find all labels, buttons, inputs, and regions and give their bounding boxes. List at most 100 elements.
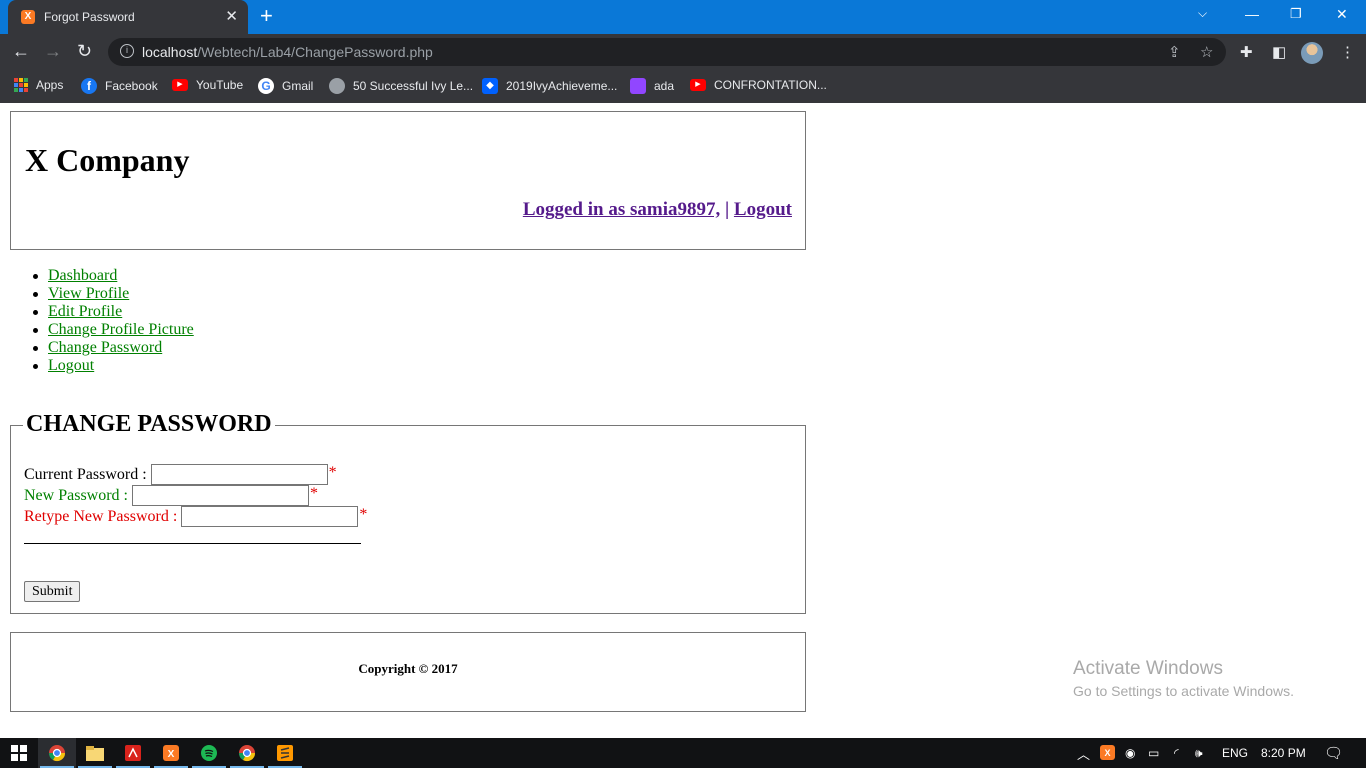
header-logout-link[interactable]: Logout — [734, 199, 792, 220]
view-profile-link[interactable]: View Profile — [48, 285, 129, 302]
bookmark-star-icon[interactable]: ☆ — [1200, 43, 1213, 61]
taskbar-acrobat[interactable] — [114, 738, 152, 768]
page-content: X Company Logged in as samia9897, | Logo… — [0, 103, 1366, 738]
new-password-row: New Password : * — [24, 485, 318, 506]
folder-icon — [86, 746, 104, 761]
watermark-title: Activate Windows — [1073, 658, 1223, 679]
menu-item-logout: Logout — [33, 357, 194, 375]
taskbar-chrome-2[interactable] — [228, 738, 266, 768]
bookmark-ada[interactable]: ada — [630, 78, 674, 94]
site-info-icon[interactable]: i — [120, 44, 134, 58]
edit-profile-link[interactable]: Edit Profile — [48, 303, 122, 320]
spotify-icon — [201, 745, 217, 761]
tray-discord-icon[interactable]: ◉ — [1125, 746, 1135, 760]
company-title: X Company — [25, 142, 190, 178]
dashboard-link[interactable]: Dashboard — [48, 267, 117, 284]
tray-battery-icon[interactable]: ▭ — [1148, 746, 1159, 760]
bookmark-apps[interactable]: Apps — [14, 78, 63, 92]
tab-title: Forgot Password — [44, 10, 135, 24]
facebook-icon: f — [81, 78, 97, 94]
menu-item-view-profile: View Profile — [33, 285, 194, 303]
extensions-puzzle-icon[interactable]: ✚ — [1240, 43, 1253, 61]
bookmark-youtube[interactable]: ▶ YouTube — [172, 78, 243, 92]
windows-logo-icon — [11, 745, 27, 761]
copyright-text: Copyright © 2017 — [358, 661, 458, 676]
menu-logout-link[interactable]: Logout — [48, 357, 94, 374]
menu-item-change-picture: Change Profile Picture — [33, 321, 194, 339]
xampp-favicon-icon: X — [21, 10, 35, 24]
taskbar-chrome-active[interactable] — [38, 738, 76, 768]
chrome-icon — [238, 745, 256, 762]
tray-chevron-icon[interactable]: ︿ — [1077, 744, 1090, 763]
windows-taskbar: X ︿ X ◉ ▭ ◜ 🕪 ENG 8:20 PM 🗨 — [0, 738, 1366, 768]
reload-icon[interactable]: ↻ — [77, 41, 92, 61]
current-password-row: Current Password : * — [24, 464, 337, 485]
back-icon[interactable]: ← — [12, 41, 30, 61]
close-window-icon[interactable]: ✕ — [1336, 6, 1348, 23]
new-password-input[interactable] — [132, 485, 309, 506]
header-panel: X Company Logged in as samia9897, | Logo… — [10, 111, 806, 250]
tray-wifi-icon[interactable]: ◜ — [1174, 746, 1179, 760]
taskbar-sublime[interactable] — [266, 738, 304, 768]
logged-in-link[interactable]: Logged in as samia9897, — [523, 199, 720, 220]
restore-icon[interactable]: ❐ — [1290, 6, 1302, 22]
user-bar: Logged in as samia9897, | Logout — [523, 199, 792, 221]
retype-password-input[interactable] — [181, 506, 359, 527]
url-text[interactable]: localhost/Webtech/Lab4/ChangePassword.ph… — [142, 44, 433, 60]
change-password-fieldset: CHANGE PASSWORD Current Password : * New… — [10, 411, 806, 614]
current-password-input[interactable] — [150, 464, 328, 485]
bookmark-gmail[interactable]: G Gmail — [258, 78, 313, 94]
bookmark-ivy-achievement[interactable]: ◆ 2019IvyAchieveme... — [482, 78, 617, 94]
menu-item-change-password: Change Password — [33, 339, 194, 357]
profile-avatar[interactable] — [1301, 42, 1323, 64]
activate-windows-watermark: Activate Windows Go to Settings to activ… — [1073, 658, 1294, 699]
retype-password-label: Retype New Password : — [24, 507, 178, 525]
footer-panel: Copyright © 2017 — [10, 632, 806, 712]
browser-tab[interactable]: X Forgot Password ✕ — [8, 0, 248, 34]
taskbar-spotify[interactable] — [190, 738, 228, 768]
menu-item-edit-profile: Edit Profile — [33, 303, 194, 321]
required-mark: * — [359, 505, 368, 523]
watermark-subtitle: Go to Settings to activate Windows. — [1073, 683, 1294, 699]
browser-titlebar: X Forgot Password ✕ + ⌵ — ❐ ✕ — [0, 0, 1366, 34]
retype-password-row: Retype New Password : * — [24, 506, 367, 527]
new-tab-button[interactable]: + — [260, 4, 273, 28]
browser-toolbar: ← → ↻ i localhost/Webtech/Lab4/ChangePas… — [0, 34, 1366, 70]
tray-volume-icon[interactable]: 🕪 — [1195, 746, 1203, 761]
youtube-icon: ▶ — [172, 79, 188, 91]
dropbox-icon: ◆ — [482, 78, 498, 94]
bookmark-ivy-league[interactable]: 50 Successful Ivy Le... — [329, 78, 473, 94]
tray-xampp-icon[interactable]: X — [1100, 745, 1115, 763]
change-profile-picture-link[interactable]: Change Profile Picture — [48, 321, 194, 338]
minimize-icon[interactable]: — — [1245, 6, 1259, 22]
xampp-icon: X — [163, 745, 179, 761]
submit-button[interactable]: Submit — [24, 581, 81, 602]
tray-clock[interactable]: 8:20 PM — [1261, 746, 1306, 760]
taskbar-xampp[interactable]: X — [152, 738, 190, 768]
start-button[interactable] — [0, 738, 38, 768]
google-icon: G — [258, 78, 274, 94]
bookmark-confrontation[interactable]: ▶ CONFRONTATION... — [690, 78, 827, 92]
address-bar[interactable]: i localhost/Webtech/Lab4/ChangePassword.… — [108, 38, 1226, 66]
share-icon[interactable]: ⇪ — [1168, 43, 1181, 61]
acrobat-icon — [125, 745, 141, 761]
required-mark: * — [328, 463, 337, 481]
sublime-text-icon — [277, 745, 293, 761]
bookmark-facebook[interactable]: f Facebook — [81, 78, 158, 94]
tray-language[interactable]: ENG — [1222, 746, 1248, 760]
tab-close-icon[interactable]: ✕ — [225, 7, 238, 25]
svg-text:X: X — [168, 749, 175, 760]
side-panel-icon[interactable]: ◧ — [1272, 43, 1286, 61]
forward-icon[interactable]: → — [44, 41, 62, 61]
chrome-menu-icon[interactable]: ⋮ — [1340, 43, 1355, 61]
bookmarks-bar: Apps f Facebook ▶ YouTube G Gmail 50 Suc… — [0, 70, 1366, 103]
youtube-icon: ▶ — [690, 79, 706, 91]
apps-grid-icon — [14, 78, 28, 92]
form-divider — [24, 543, 361, 544]
change-password-link[interactable]: Change Password — [48, 339, 162, 356]
tab-search-chevron-icon[interactable]: ⌵ — [1198, 6, 1207, 21]
notification-center-icon[interactable]: 🗨 — [1324, 744, 1343, 762]
change-password-legend: CHANGE PASSWORD — [23, 411, 275, 438]
taskbar-file-explorer[interactable] — [76, 738, 114, 768]
required-mark: * — [310, 484, 318, 502]
